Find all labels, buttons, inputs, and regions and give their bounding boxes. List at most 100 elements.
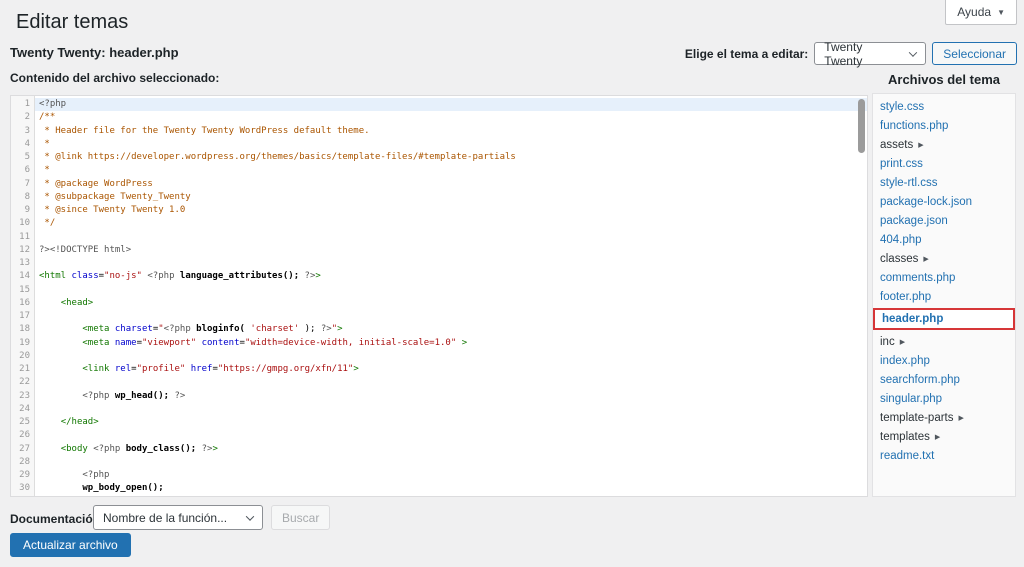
code-line-text: * @since Twenty Twenty 1.0 <box>35 204 867 217</box>
code-line: 26 <box>11 429 867 442</box>
code-line-text <box>35 231 867 244</box>
editor-scrollbar-thumb[interactable] <box>858 99 865 153</box>
code-line: 24 <box>11 403 867 416</box>
line-number: 1 <box>11 98 35 111</box>
code-line: 12?><!DOCTYPE html> <box>11 244 867 257</box>
folder-expand-icon: ▶ <box>918 141 923 149</box>
sidebar-item-readme-txt[interactable]: readme.txt <box>873 446 1015 465</box>
theme-files-list: style.css functions.php assets ▶ print.css st… <box>872 93 1016 497</box>
line-number: 23 <box>11 390 35 403</box>
theme-select[interactable]: Twenty Twenty <box>814 42 926 65</box>
line-number: 3 <box>11 125 35 138</box>
code-line: 16 <head> <box>11 297 867 310</box>
file-link: style.css <box>880 101 924 113</box>
code-line: 6 * <box>11 164 867 177</box>
sidebar-item-package-lock-json[interactable]: package-lock.json <box>873 192 1015 211</box>
sidebar-item-comments-php[interactable]: comments.php <box>873 268 1015 287</box>
file-link: package.json <box>880 215 948 227</box>
code-line: 5 * @link https://developer.wordpress.or… <box>11 151 867 164</box>
file-content-label: Contenido del archivo seleccionado: <box>10 71 219 85</box>
code-line-text: <html class="no-js" <?php language_attri… <box>35 270 867 283</box>
sidebar-item-print-css[interactable]: print.css <box>873 154 1015 173</box>
folder-expand-icon: ▶ <box>900 338 905 346</box>
code-line: 17 <box>11 310 867 323</box>
update-file-button[interactable]: Actualizar archivo <box>10 533 131 557</box>
sidebar-item-style-css[interactable]: style.css <box>873 97 1015 116</box>
line-number: 12 <box>11 244 35 257</box>
line-number: 29 <box>11 469 35 482</box>
line-number: 19 <box>11 337 35 350</box>
sidebar-item-functions-php[interactable]: functions.php <box>873 116 1015 135</box>
folder-expand-icon: ▶ <box>959 414 964 422</box>
file-link: searchform.php <box>880 374 960 386</box>
sidebar-item-package-json[interactable]: package.json <box>873 211 1015 230</box>
current-file-heading: Twenty Twenty: header.php <box>10 45 179 60</box>
code-line: 8 * @subpackage Twenty_Twenty <box>11 191 867 204</box>
documentation-select-value: Nombre de la función... <box>103 511 227 525</box>
line-number: 6 <box>11 164 35 177</box>
code-line: 4 * <box>11 138 867 151</box>
code-line-text: /** <box>35 111 867 124</box>
code-line: 27 <body <?php body_class(); ?>> <box>11 443 867 456</box>
folder-expand-icon: ▶ <box>935 433 940 441</box>
code-line: 23 <?php wp_head(); ?> <box>11 390 867 403</box>
file-link: 404.php <box>880 234 922 246</box>
line-number: 17 <box>11 310 35 323</box>
sidebar-item-classes[interactable]: classes▶ <box>873 249 1015 268</box>
code-line-text: <meta charset="<?php bloginfo( 'charset'… <box>35 323 867 336</box>
code-line: 28 <box>11 456 867 469</box>
select-theme-button[interactable]: Seleccionar <box>932 42 1017 65</box>
help-button[interactable]: Ayuda ▼ <box>945 0 1017 25</box>
line-number: 5 <box>11 151 35 164</box>
file-link: header.php <box>882 313 943 325</box>
code-line-text: * @package WordPress <box>35 178 867 191</box>
chevron-down-icon <box>246 512 254 520</box>
code-line: 21 <link rel="profile" href="https://gmp… <box>11 363 867 376</box>
code-line-text: wp_body_open(); <box>35 482 867 495</box>
code-line-text: <?php wp_head(); ?> <box>35 390 867 403</box>
code-line: 25 </head> <box>11 416 867 429</box>
line-number: 21 <box>11 363 35 376</box>
chevron-down-icon <box>909 48 917 56</box>
folder-label: assets <box>880 139 913 151</box>
file-link: package-lock.json <box>880 196 972 208</box>
file-link: print.css <box>880 158 923 170</box>
sidebar-item-header-php[interactable]: header.php <box>873 308 1015 330</box>
code-editor[interactable]: 1<?php2/**3 * Header file for the Twenty… <box>10 95 868 497</box>
code-line: 30 wp_body_open(); <box>11 482 867 495</box>
code-line: 31 ?> <box>11 496 867 498</box>
line-number: 26 <box>11 429 35 442</box>
code-line-text: </head> <box>35 416 867 429</box>
code-line-text: */ <box>35 217 867 230</box>
theme-files-heading: Archivos del tema <box>872 72 1016 87</box>
sidebar-item-searchform-php[interactable]: searchform.php <box>873 370 1015 389</box>
file-link: readme.txt <box>880 450 934 462</box>
code-line-text <box>35 376 867 389</box>
file-link: functions.php <box>880 120 948 132</box>
sidebar-item-singular-php[interactable]: singular.php <box>873 389 1015 408</box>
sidebar-item-footer-php[interactable]: footer.php <box>873 287 1015 306</box>
code-line: 9 * @since Twenty Twenty 1.0 <box>11 204 867 217</box>
line-number: 24 <box>11 403 35 416</box>
code-line-text <box>35 456 867 469</box>
sidebar-item-assets[interactable]: assets ▶ <box>873 135 1015 154</box>
code-line-text: <?php <box>35 98 867 111</box>
line-number: 20 <box>11 350 35 363</box>
sidebar-item-template-parts[interactable]: template-parts ▶ <box>873 408 1015 427</box>
documentation-select[interactable]: Nombre de la función... <box>93 505 263 530</box>
code-line: 18 <meta charset="<?php bloginfo( 'chars… <box>11 323 867 336</box>
sidebar-item-index-php[interactable]: index.php <box>873 351 1015 370</box>
sidebar-item-404-php[interactable]: 404.php <box>873 230 1015 249</box>
file-link: comments.php <box>880 272 955 284</box>
code-line: 29 <?php <box>11 469 867 482</box>
sidebar-item-templates[interactable]: templates▶ <box>873 427 1015 446</box>
code-line: 3 * Header file for the Twenty Twenty Wo… <box>11 125 867 138</box>
code-line-text: * @link https://developer.wordpress.org/… <box>35 151 867 164</box>
folder-label: template-parts <box>880 412 954 424</box>
code-line-text <box>35 403 867 416</box>
search-docs-button[interactable]: Buscar <box>271 505 330 530</box>
sidebar-item-style-rtl-css[interactable]: style-rtl.css <box>873 173 1015 192</box>
code-line-text: * <box>35 164 867 177</box>
sidebar-item-inc[interactable]: inc▶ <box>873 332 1015 351</box>
code-line-text: * @subpackage Twenty_Twenty <box>35 191 867 204</box>
